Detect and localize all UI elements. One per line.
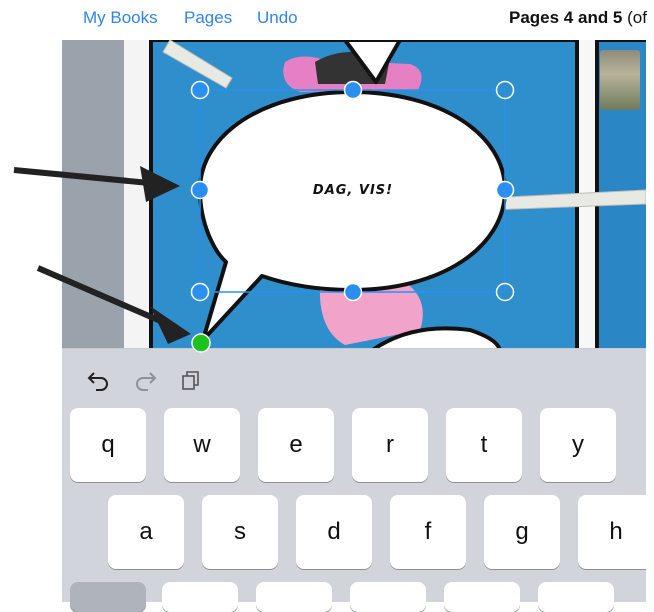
resize-handle-top-center[interactable] xyxy=(343,80,363,100)
top-navigation-bar: My Books Pages Undo Pages 4 and 5 (of xyxy=(0,0,654,40)
resize-handle-middle-left[interactable] xyxy=(190,180,210,200)
resize-handle-middle-right[interactable] xyxy=(495,180,515,200)
key-v[interactable] xyxy=(444,582,520,612)
my-books-link[interactable]: My Books xyxy=(83,8,158,28)
key-y[interactable]: y xyxy=(540,408,616,482)
key-t[interactable]: t xyxy=(446,408,522,482)
pages-link[interactable]: Pages xyxy=(184,8,232,28)
lego-photo-fragment xyxy=(600,50,640,110)
key-a[interactable]: a xyxy=(108,495,184,569)
outside-margin-right xyxy=(646,40,654,601)
on-screen-keyboard: q w e r t y a s d f g h xyxy=(62,348,654,612)
clipboard-icon[interactable] xyxy=(180,369,202,397)
key-shift[interactable] xyxy=(70,582,146,612)
key-c[interactable] xyxy=(350,582,426,612)
key-e[interactable]: e xyxy=(258,408,334,482)
speech-bubble-text[interactable]: DAG, VIS! xyxy=(313,183,393,198)
key-s[interactable]: s xyxy=(202,495,278,569)
page-gray-margin xyxy=(62,40,124,352)
key-q[interactable]: q xyxy=(70,408,146,482)
key-z[interactable] xyxy=(162,582,238,612)
resize-handle-bottom-left[interactable] xyxy=(190,282,210,302)
resize-handle-bottom-center[interactable] xyxy=(343,282,363,302)
page-title-range: Pages 4 and 5 xyxy=(509,8,623,27)
page-title-suffix: (of xyxy=(622,8,647,27)
undo-link[interactable]: Undo xyxy=(257,8,298,28)
key-g[interactable]: g xyxy=(484,495,560,569)
key-f[interactable]: f xyxy=(390,495,466,569)
resize-handle-top-left[interactable] xyxy=(190,80,210,100)
key-h[interactable]: h xyxy=(578,495,654,569)
key-d[interactable]: d xyxy=(296,495,372,569)
key-b[interactable] xyxy=(538,582,614,612)
page-title: Pages 4 and 5 (of xyxy=(509,8,647,28)
bubble-tail-anchor-handle[interactable] xyxy=(191,333,211,353)
outside-margin-left xyxy=(0,40,62,601)
key-w[interactable]: w xyxy=(164,408,240,482)
undo-icon[interactable] xyxy=(86,369,110,397)
key-x[interactable] xyxy=(256,582,332,612)
key-r[interactable]: r xyxy=(352,408,428,482)
redo-icon[interactable] xyxy=(134,369,158,397)
